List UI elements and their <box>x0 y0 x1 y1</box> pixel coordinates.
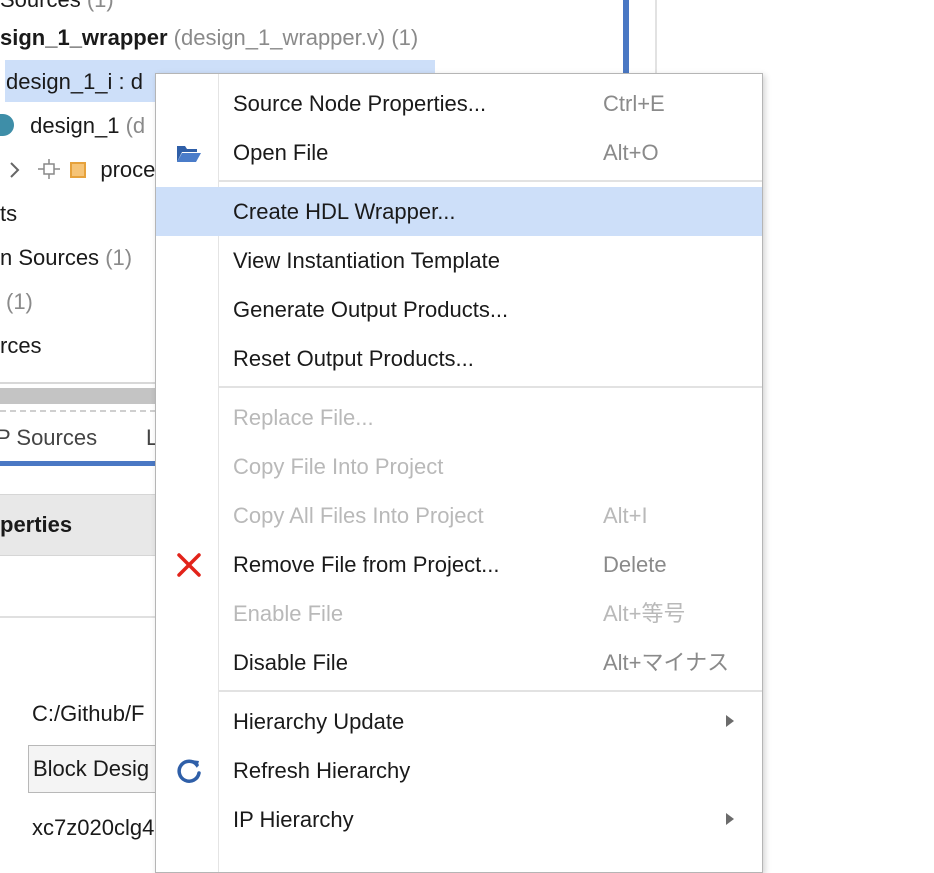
tree-row-label: sign_1_wrapper <box>0 25 168 50</box>
active-tab-underline <box>0 461 156 466</box>
menu-item-ip-hierarchy[interactable]: IP Hierarchy <box>156 795 762 844</box>
horizontal-scrollbar[interactable] <box>0 388 156 404</box>
menu-item-label: View Instantiation Template <box>233 248 501 273</box>
menu-item-generate-output-products[interactable]: Generate Output Products... <box>156 285 762 334</box>
tree-row-label: design_1_i : d <box>6 69 143 94</box>
menu-item-label: Replace File... <box>233 405 374 430</box>
menu-item-label: Enable File <box>233 601 344 626</box>
property-type-value: Block Desig <box>33 756 150 781</box>
properties-separator <box>0 616 156 618</box>
menu-item-view-instantiation-template[interactable]: View Instantiation Template <box>156 236 762 285</box>
tree-row-label: n Sources <box>0 245 100 270</box>
module-port-icon <box>38 159 61 179</box>
menu-item-open-file[interactable]: Open File Alt+O <box>156 128 762 177</box>
menu-item-label: Remove File from Project... <box>233 552 500 577</box>
menu-item-shortcut: Delete <box>603 552 667 577</box>
submenu-arrow-icon <box>726 813 734 825</box>
tab-ip-sources[interactable]: P Sources <box>0 426 97 450</box>
tree-row-suffix: (d <box>125 113 146 138</box>
menu-item-label: Refresh Hierarchy <box>233 758 411 783</box>
menu-item-shortcut: Ctrl+E <box>603 91 665 116</box>
menu-item-replace-file[interactable]: Replace File... <box>156 393 762 442</box>
menu-item-remove-file-from-project[interactable]: Remove File from Project... Delete <box>156 540 762 589</box>
menu-item-label: Source Node Properties... <box>233 91 487 116</box>
tree-row-constraints[interactable]: ts <box>0 192 17 236</box>
menu-item-label: Generate Output Products... <box>233 297 509 322</box>
block-design-icon <box>0 114 14 136</box>
menu-item-label: Copy All Files Into Project <box>233 503 484 528</box>
menu-item-shortcut: Alt+マイナス <box>603 650 730 675</box>
menu-item-enable-file[interactable]: Enable File Alt+等号 <box>156 589 762 638</box>
menu-item-shortcut: Alt+I <box>603 503 648 528</box>
tree-row-design-1[interactable]: design_1 (d <box>0 104 145 148</box>
remove-x-icon <box>174 550 204 580</box>
tree-row-label: ts <box>0 201 18 226</box>
menu-item-copy-all-files-into-project[interactable]: Copy All Files Into Project Alt+I <box>156 491 762 540</box>
menu-item-label: Disable File <box>233 650 348 675</box>
tree-row-wrapper[interactable]: sign_1_wrapper (design_1_wrapper.v) (1) <box>0 16 418 60</box>
chevron-right-icon[interactable] <box>8 159 22 181</box>
menu-item-label: IP Hierarchy <box>233 807 354 832</box>
tree-row-label: rces <box>0 333 42 358</box>
menu-item-label: Open File <box>233 140 329 165</box>
menu-item-create-hdl-wrapper[interactable]: Create HDL Wrapper... <box>156 187 762 236</box>
property-part-value: xc7z020clg4 <box>32 815 155 840</box>
tree-row-count: (1) <box>87 0 114 12</box>
folder-open-icon <box>174 138 204 168</box>
menu-item-shortcut: Alt+等号 <box>603 601 686 626</box>
menu-item-disable-file[interactable]: Disable File Alt+マイナス <box>156 638 762 687</box>
properties-title: perties <box>0 512 73 537</box>
tree-row-utility-sources[interactable]: rces <box>0 324 42 368</box>
tree-row-sim-child[interactable]: (1) <box>6 280 33 324</box>
menu-separator <box>219 180 762 182</box>
property-type-field[interactable]: Block Desig <box>28 745 168 793</box>
tree-row-label: proce <box>100 157 156 182</box>
menu-item-hierarchy-update[interactable]: Hierarchy Update <box>156 697 762 746</box>
context-menu: Source Node Properties... Ctrl+E Open Fi… <box>155 73 763 873</box>
menu-item-refresh-hierarchy[interactable]: Refresh Hierarchy <box>156 746 762 795</box>
menu-item-copy-file-into-project[interactable]: Copy File Into Project <box>156 442 762 491</box>
menu-item-label: Create HDL Wrapper... <box>233 199 456 224</box>
tree-row-file: (design_1_wrapper.v) (1) <box>173 25 419 50</box>
tree-row-label: design_1 <box>30 113 120 138</box>
menu-item-shortcut: Alt+O <box>603 140 659 165</box>
property-path-value: C:/Github/F <box>32 701 145 726</box>
tree-row-count: (1) <box>6 289 33 314</box>
tree-row-design-instance[interactable]: design_1_i : d <box>6 60 143 104</box>
tree-row-count: (1) <box>105 245 133 270</box>
panel-divider <box>655 0 657 75</box>
dashed-divider <box>0 410 156 412</box>
ip-block-icon <box>70 162 87 178</box>
properties-header: perties <box>0 494 156 556</box>
menu-item-label: Hierarchy Update <box>233 709 405 734</box>
menu-separator <box>219 690 762 692</box>
tree-row-processor[interactable]: proce <box>8 148 155 192</box>
menu-item-reset-output-products[interactable]: Reset Output Products... <box>156 334 762 383</box>
menu-item-source-node-properties[interactable]: Source Node Properties... Ctrl+E <box>156 79 762 128</box>
refresh-icon <box>174 756 204 786</box>
panel-separator <box>0 382 156 384</box>
tree-row-label: Sources <box>0 0 81 12</box>
menu-item-label: Reset Output Products... <box>233 346 474 371</box>
panel-scroll-indicator <box>623 0 629 75</box>
menu-separator <box>219 386 762 388</box>
menu-item-label: Copy File Into Project <box>233 454 444 479</box>
submenu-arrow-icon <box>726 715 734 727</box>
tree-row-simulation-sources[interactable]: n Sources (1) <box>0 236 132 280</box>
